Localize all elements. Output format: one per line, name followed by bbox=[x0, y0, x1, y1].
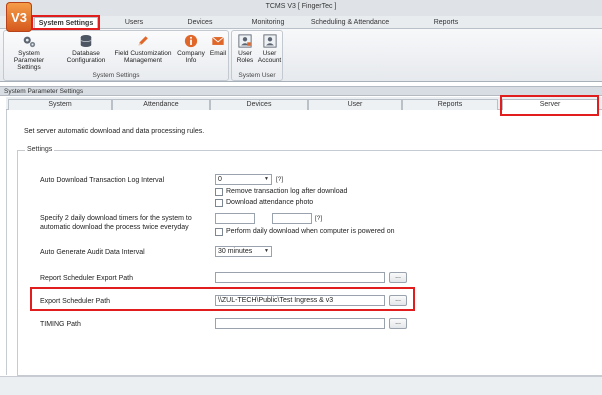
button-label-line2: Management bbox=[124, 57, 162, 64]
user-account-icon bbox=[262, 34, 277, 48]
button-label-line1: Email bbox=[209, 50, 227, 57]
timers-label-line2: automatic download the process twice eve… bbox=[40, 224, 189, 231]
button-label-line1: System Parameter bbox=[13, 50, 45, 64]
user-account-button[interactable]: User Account bbox=[257, 34, 282, 64]
audit-interval-select[interactable]: 30 minutes ▼ bbox=[215, 246, 272, 257]
auto-download-interval-value: 0 bbox=[218, 176, 222, 183]
window-title: TCMS V3 [ FingerTec ] bbox=[265, 3, 337, 10]
button-label-line1: Field Customization bbox=[114, 50, 172, 57]
email-button[interactable]: Email bbox=[207, 34, 229, 57]
report-export-path-input[interactable] bbox=[215, 272, 385, 283]
ribbon-group-system-settings: System Parameter Settings Database Confi… bbox=[3, 30, 229, 81]
chevron-down-icon: ▼ bbox=[264, 176, 269, 182]
timers-label-line1: Specify 2 daily download timers for the … bbox=[40, 215, 192, 222]
content-tab-bar: System Attendance Devices User Reports S… bbox=[6, 97, 602, 111]
download-photo-checkbox[interactable] bbox=[215, 199, 223, 207]
user-roles-button[interactable]: User Roles bbox=[234, 34, 256, 64]
remove-log-label: Remove transaction log after download bbox=[226, 188, 348, 195]
button-label-line1: Company bbox=[177, 50, 205, 57]
button-label-line1: User bbox=[262, 50, 277, 57]
perform-daily-label: Perform daily download when computer is … bbox=[226, 228, 395, 235]
database-icon bbox=[80, 35, 92, 47]
button-label-line2: Info bbox=[185, 57, 197, 64]
button-label-line2: Account bbox=[257, 57, 282, 64]
ribbon-tab-devices[interactable]: Devices bbox=[172, 17, 228, 29]
pencil-icon bbox=[138, 36, 148, 46]
tab-devices[interactable]: Devices bbox=[210, 99, 308, 110]
auto-download-label: Auto Download Transaction Log Interval bbox=[40, 177, 165, 184]
ribbon-tab-scheduling-attendance[interactable]: Scheduling & Attendance bbox=[302, 17, 398, 29]
bottom-bar bbox=[0, 376, 602, 395]
export-path-label: Export Scheduler Path bbox=[40, 298, 111, 305]
tab-system[interactable]: System bbox=[8, 99, 112, 110]
system-parameter-settings-button[interactable]: System Parameter Settings bbox=[6, 34, 52, 71]
button-label-line2: Configuration bbox=[66, 57, 106, 64]
company-info-button[interactable]: Company Info bbox=[176, 34, 206, 64]
auto-download-interval-select[interactable]: 0 ▼ bbox=[215, 174, 272, 185]
tab-reports[interactable]: Reports bbox=[402, 99, 498, 110]
ribbon-tab-bar: System Settings Users Devices Monitoring… bbox=[0, 16, 602, 29]
perform-daily-checkbox[interactable] bbox=[215, 228, 223, 236]
timing-path-browse-button[interactable]: ... bbox=[389, 318, 407, 329]
ribbon-tab-system-settings[interactable]: System Settings bbox=[34, 17, 98, 29]
ribbon-tab-monitoring[interactable]: Monitoring bbox=[240, 17, 296, 29]
email-icon bbox=[212, 36, 224, 45]
settings-legend: Settings bbox=[25, 146, 55, 153]
info-icon bbox=[184, 34, 198, 48]
app-logo[interactable]: V3 bbox=[6, 2, 32, 32]
description-text: Set server automatic download and data p… bbox=[24, 128, 205, 135]
button-label-line1: User bbox=[238, 50, 252, 57]
remove-log-checkbox[interactable] bbox=[215, 188, 223, 196]
export-path-browse-button[interactable]: ... bbox=[389, 295, 407, 306]
timing-path-input[interactable] bbox=[215, 318, 385, 329]
timing-path-label: TIMING Path bbox=[40, 321, 81, 328]
tab-user[interactable]: User bbox=[308, 99, 402, 110]
tab-attendance[interactable]: Attendance bbox=[112, 99, 210, 110]
ribbon-tab-reports[interactable]: Reports bbox=[420, 17, 472, 29]
button-label-line2: Settings bbox=[17, 64, 41, 71]
audit-interval-value: 30 minutes bbox=[218, 248, 253, 255]
audit-interval-label: Auto Generate Audit Data Interval bbox=[40, 249, 145, 256]
gears-icon bbox=[23, 36, 36, 48]
chevron-down-icon: ▼ bbox=[264, 248, 269, 254]
field-customization-management-button[interactable]: Field Customization Management bbox=[112, 34, 174, 64]
button-label-line1: Database bbox=[72, 50, 100, 57]
download-photo-label: Download attendance photo bbox=[226, 199, 314, 206]
button-label-line2: Roles bbox=[236, 57, 254, 64]
panel-title: System Parameter Settings bbox=[0, 86, 602, 96]
ribbon: System Parameter Settings Database Confi… bbox=[0, 29, 602, 82]
ribbon-group-system-user: User Roles User Account System User bbox=[231, 30, 283, 81]
ribbon-group-label: System Settings bbox=[92, 72, 140, 79]
report-export-label: Report Scheduler Export Path bbox=[40, 275, 133, 282]
ribbon-group-label: System User bbox=[238, 72, 276, 79]
help-icon[interactable]: [?] bbox=[276, 176, 283, 183]
export-path-input[interactable]: \\ZUL-TECH\Public\Test Ingress & v3 bbox=[215, 295, 385, 306]
timer1-input[interactable] bbox=[215, 213, 255, 224]
timer2-input[interactable] bbox=[272, 213, 312, 224]
help-icon[interactable]: [?] bbox=[315, 215, 322, 222]
database-configuration-button[interactable]: Database Configuration bbox=[62, 34, 110, 64]
ribbon-tab-users[interactable]: Users bbox=[106, 17, 162, 29]
user-roles-icon bbox=[238, 34, 252, 48]
report-export-browse-button[interactable]: ... bbox=[389, 272, 407, 283]
